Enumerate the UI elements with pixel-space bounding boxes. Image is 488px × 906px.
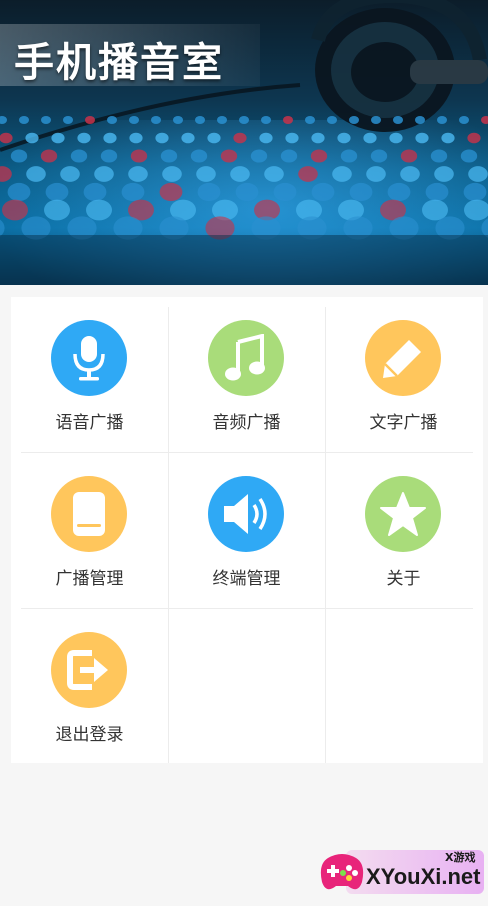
site-watermark: XYouXi.net X游戏 — [318, 846, 488, 902]
app-title: 手机播音室 — [14, 40, 224, 86]
menu-item-audio-broadcast[interactable]: 音频广播 — [168, 297, 325, 452]
menu-item-label: 关于 — [386, 569, 421, 589]
logout-icon — [51, 632, 127, 708]
star-icon — [365, 476, 441, 552]
menu-item-text-broadcast[interactable]: 文字广播 — [325, 297, 482, 452]
menu-item-label: 广播管理 — [55, 569, 124, 589]
gamepad-icon — [320, 854, 364, 890]
menu-item-label: 终端管理 — [212, 569, 281, 589]
watermark-tag-text: X游戏 — [445, 851, 476, 864]
pencil-icon — [365, 320, 441, 396]
menu-item-terminal-management[interactable]: 终端管理 — [168, 453, 325, 608]
menu-item-label: 退出登录 — [55, 725, 124, 745]
header-banner: 手机播音室 — [0, 0, 488, 285]
menu-item-voice-broadcast[interactable]: 语音广播 — [11, 297, 168, 452]
menu-item-broadcast-management[interactable]: 广播管理 — [11, 453, 168, 608]
device-icon — [51, 476, 127, 552]
function-grid: 语音广播 音频广播 文字广播 广播管理 终端管理 关于 退出登录 — [11, 297, 483, 763]
headphones-icon — [311, 0, 488, 132]
menu-item-about[interactable]: 关于 — [325, 453, 482, 608]
music-note-icon — [208, 320, 284, 396]
menu-item-label: 文字广播 — [369, 413, 438, 433]
menu-item-logout[interactable]: 退出登录 — [11, 609, 168, 764]
speaker-icon — [208, 476, 284, 552]
microphone-icon — [51, 320, 127, 396]
watermark-site-text: XYouXi.net — [366, 864, 481, 889]
menu-item-label: 音频广播 — [212, 413, 281, 433]
menu-item-label: 语音广播 — [55, 413, 124, 433]
